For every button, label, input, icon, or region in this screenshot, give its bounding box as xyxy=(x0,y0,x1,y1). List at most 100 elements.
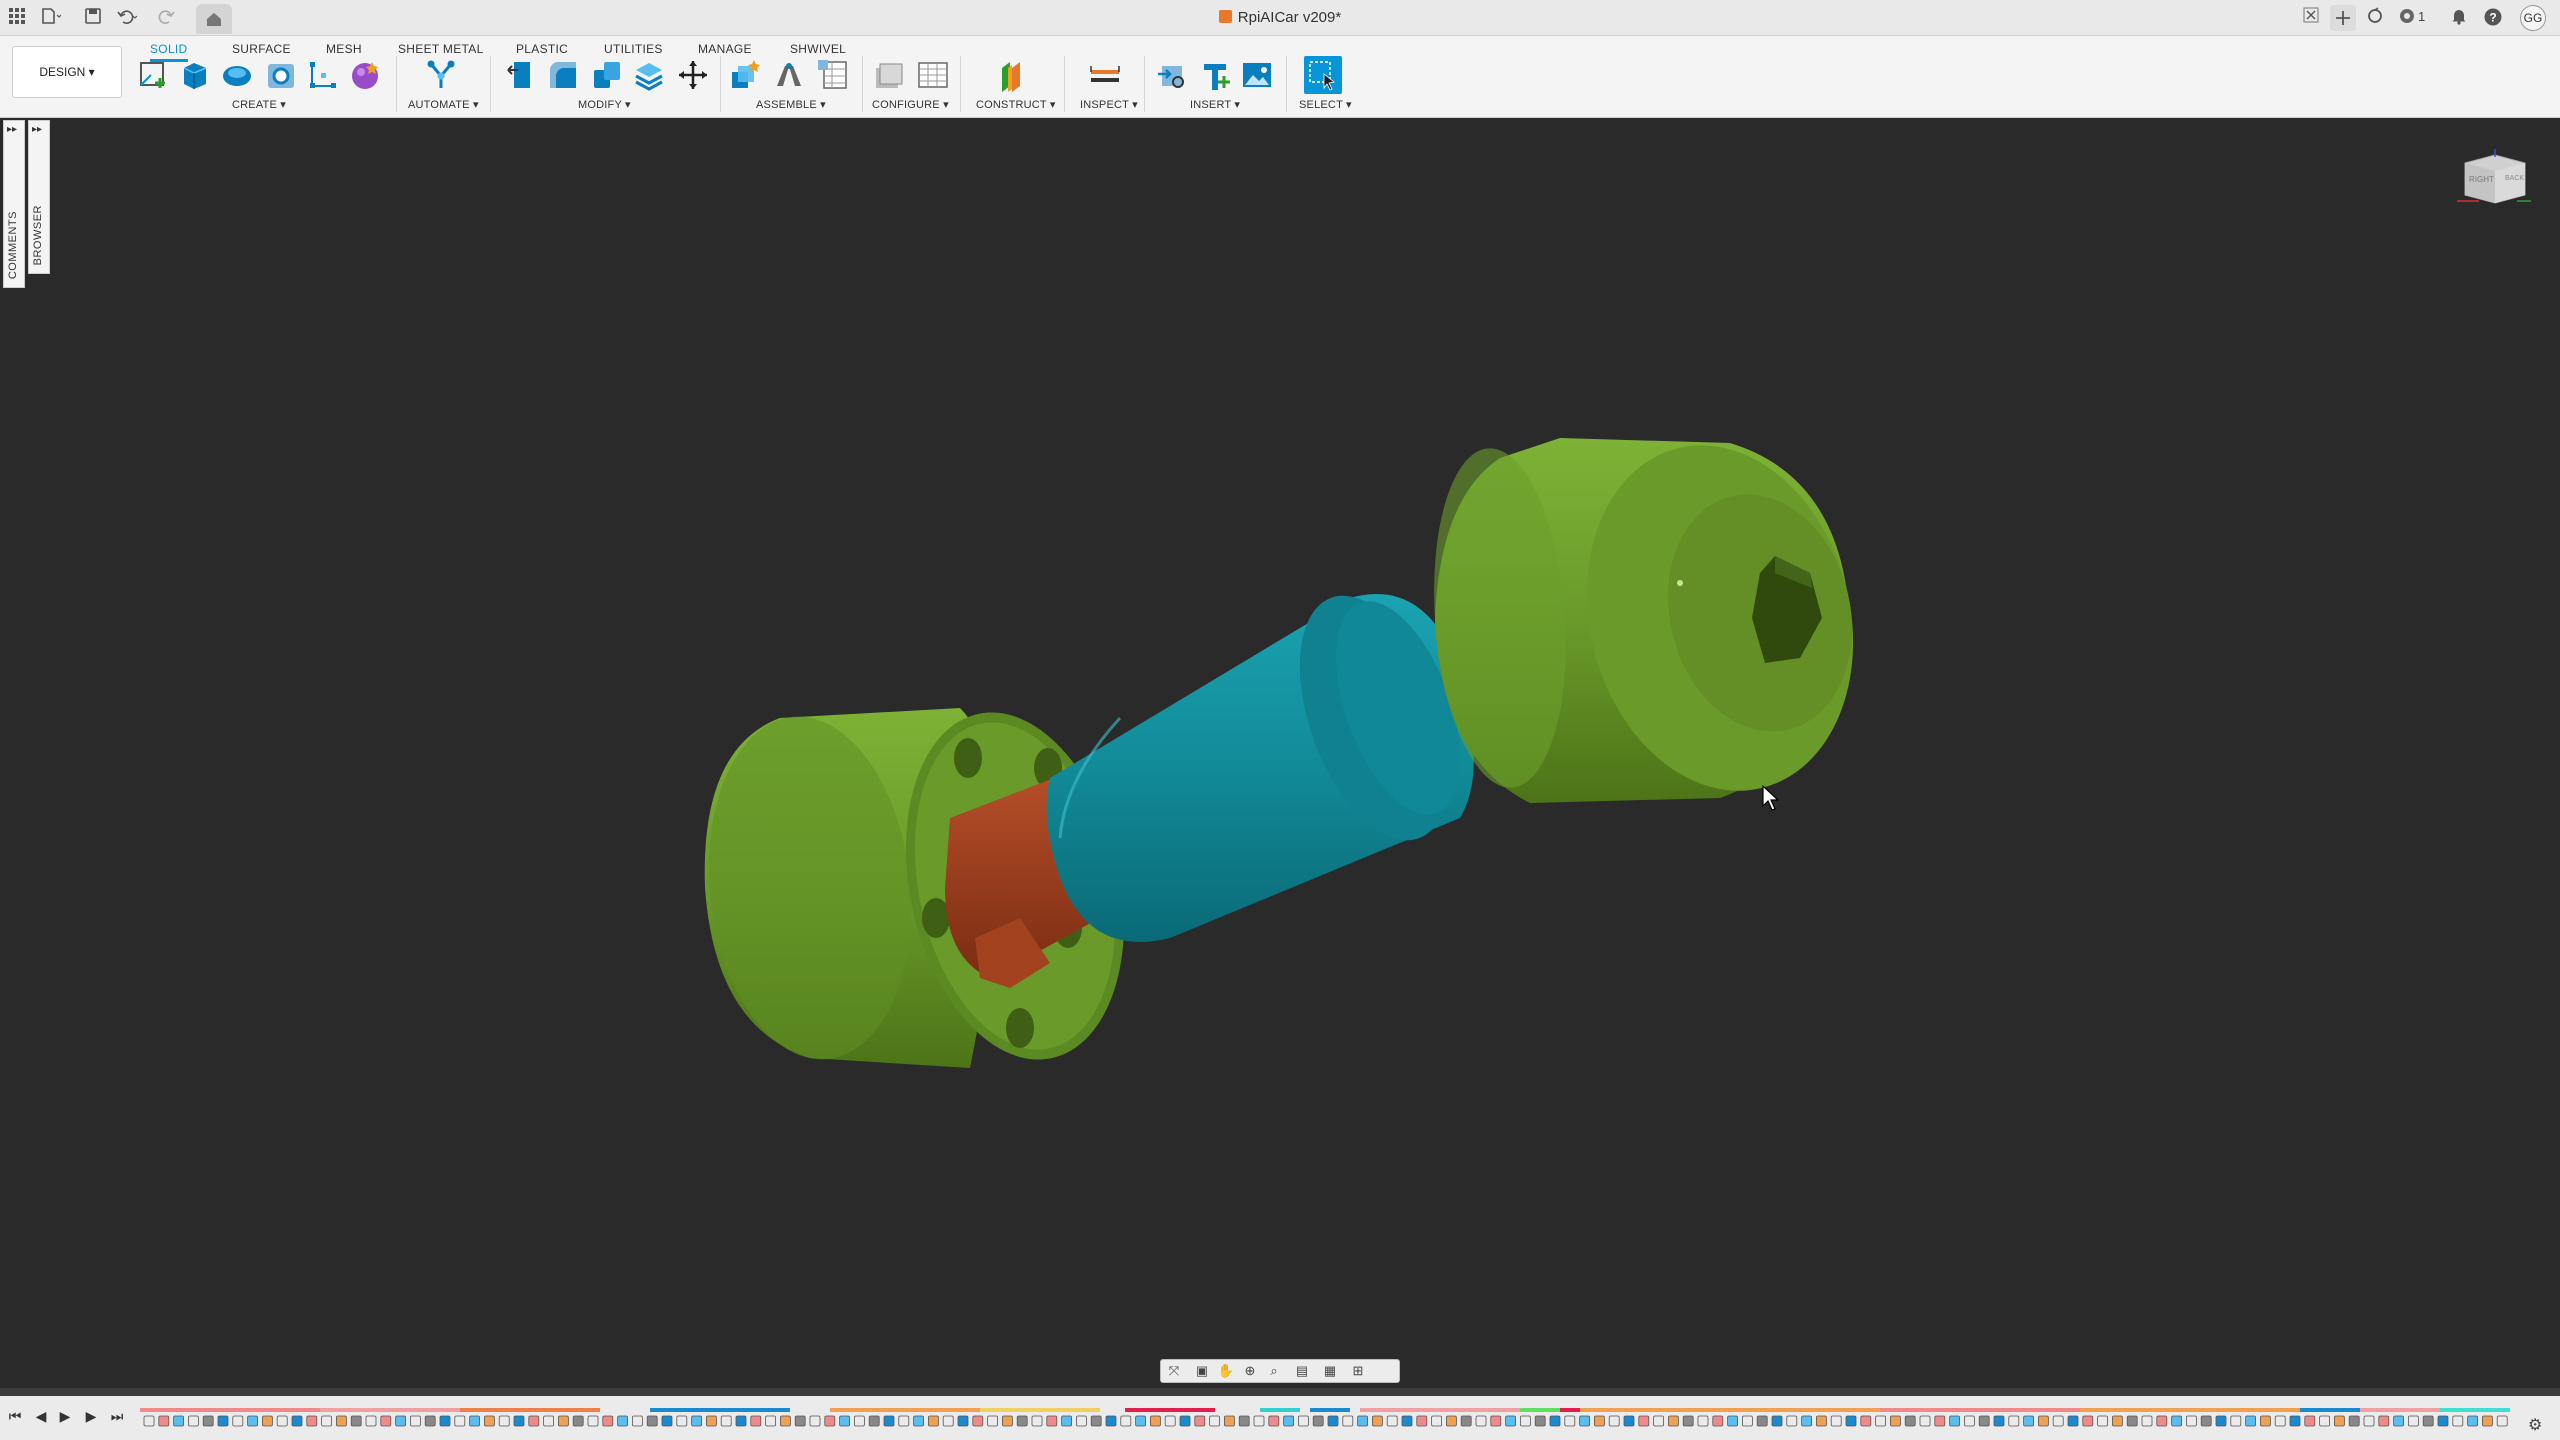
grid-settings-icon[interactable]: ▦ xyxy=(1321,1363,1339,1379)
timeline-feature[interactable] xyxy=(217,1415,229,1427)
timeline-feature[interactable] xyxy=(1135,1415,1146,1427)
timeline-feature[interactable] xyxy=(780,1415,791,1427)
form-icon[interactable] xyxy=(348,58,382,92)
timeline-feature[interactable] xyxy=(1845,1415,1857,1427)
timeline-feature[interactable] xyxy=(1016,1415,1028,1427)
timeline-feature[interactable] xyxy=(661,1415,673,1427)
viewcube[interactable]: RIGHT BACK xyxy=(2455,145,2535,215)
timeline-feature[interactable] xyxy=(794,1415,806,1427)
timeline-feature[interactable] xyxy=(1090,1415,1102,1427)
timeline-feature[interactable] xyxy=(2230,1415,2242,1427)
timeline-feature[interactable] xyxy=(1890,1415,1901,1427)
timeline-feature[interactable] xyxy=(2407,1415,2419,1427)
timeline-feature[interactable] xyxy=(528,1415,540,1427)
group-modify-label[interactable]: MODIFY ▾ xyxy=(578,98,631,111)
timeline-next-icon[interactable]: ▶ xyxy=(82,1408,100,1424)
timeline-feature[interactable] xyxy=(1697,1415,1709,1427)
timeline-feature[interactable] xyxy=(1460,1415,1472,1427)
group-assemble-label[interactable]: ASSEMBLE ▾ xyxy=(756,98,826,111)
press-pull-icon[interactable] xyxy=(504,58,538,92)
timeline-feature[interactable] xyxy=(1579,1415,1590,1427)
timeline-feature[interactable] xyxy=(1475,1415,1487,1427)
center-sleeve-part[interactable] xyxy=(1046,575,1486,942)
timeline-feature[interactable] xyxy=(2200,1415,2212,1427)
fit-icon[interactable]: ⌕ xyxy=(1265,1363,1283,1379)
fillet-icon[interactable] xyxy=(546,58,580,92)
assembly-table-icon[interactable] xyxy=(816,58,850,92)
timeline-feature[interactable] xyxy=(2097,1415,2108,1427)
group-configure-label[interactable]: CONFIGURE ▾ xyxy=(872,98,949,111)
timeline-feature[interactable] xyxy=(1549,1415,1561,1427)
timeline-feature[interactable] xyxy=(1801,1415,1812,1427)
timeline-feature[interactable] xyxy=(1357,1415,1368,1427)
viewcube-face-back[interactable]: BACK xyxy=(2505,175,2524,182)
timeline-feature[interactable] xyxy=(1594,1415,1605,1427)
timeline-feature[interactable] xyxy=(1431,1415,1442,1427)
group-select-label[interactable]: SELECT ▾ xyxy=(1299,98,1352,111)
timeline-feature[interactable] xyxy=(2215,1415,2227,1427)
timeline-feature[interactable] xyxy=(469,1415,481,1427)
joint-icon[interactable] xyxy=(772,58,806,92)
timeline-feature[interactable] xyxy=(2259,1415,2271,1427)
timeline-feature[interactable] xyxy=(972,1415,984,1427)
timeline-feature[interactable] xyxy=(202,1415,214,1427)
close-tab-icon[interactable] xyxy=(2300,6,2322,28)
timeline-feature[interactable] xyxy=(543,1415,555,1427)
look-at-icon[interactable]: ▣ xyxy=(1193,1363,1211,1379)
viewports-icon[interactable]: ⊞ xyxy=(1349,1363,1367,1379)
timeline-feature[interactable] xyxy=(232,1415,244,1427)
timeline-feature[interactable] xyxy=(839,1415,850,1427)
timeline-feature[interactable] xyxy=(188,1415,199,1427)
timeline-feature[interactable] xyxy=(1756,1415,1768,1427)
timeline-feature[interactable] xyxy=(2481,1415,2493,1427)
timeline-feature[interactable] xyxy=(2437,1415,2449,1427)
timeline-feature[interactable] xyxy=(1386,1415,1398,1427)
orbit-icon[interactable]: ⤧ xyxy=(1165,1363,1183,1379)
timeline-feature[interactable] xyxy=(247,1415,258,1427)
timeline-feature[interactable] xyxy=(2289,1415,2301,1427)
timeline-feature[interactable] xyxy=(365,1415,377,1427)
timeline-feature[interactable] xyxy=(1638,1415,1650,1427)
timeline-feature[interactable] xyxy=(2112,1415,2123,1427)
shell-icon[interactable] xyxy=(632,58,666,92)
timeline-feature[interactable] xyxy=(2008,1415,2020,1427)
timeline-feature[interactable] xyxy=(750,1415,762,1427)
timeline-feature[interactable] xyxy=(2052,1415,2064,1427)
timeline-feature[interactable] xyxy=(1860,1415,1872,1427)
timeline-feature[interactable] xyxy=(854,1415,865,1427)
timeline-feature[interactable] xyxy=(2038,1415,2049,1427)
timeline-feature[interactable] xyxy=(1919,1415,1931,1427)
timeline-feature[interactable] xyxy=(824,1415,836,1427)
timeline-feature[interactable] xyxy=(513,1415,525,1427)
timeline-feature[interactable] xyxy=(2452,1415,2464,1427)
group-construct-label[interactable]: CONSTRUCT ▾ xyxy=(976,98,1056,111)
timeline-feature[interactable] xyxy=(2067,1415,2079,1427)
timeline-feature[interactable] xyxy=(143,1415,155,1427)
timeline-feature[interactable] xyxy=(868,1415,880,1427)
insert-derive-icon[interactable] xyxy=(1154,58,1188,92)
timeline-feature[interactable] xyxy=(1520,1415,1531,1427)
timeline-feature[interactable] xyxy=(1949,1415,1960,1427)
move-icon[interactable] xyxy=(676,58,710,92)
timeline-feature[interactable] xyxy=(173,1415,184,1427)
configuration-table-icon[interactable] xyxy=(916,58,950,92)
timeline-feature[interactable] xyxy=(676,1415,688,1427)
timeline-feature[interactable] xyxy=(2393,1415,2405,1427)
select-icon[interactable] xyxy=(1304,56,1342,94)
timeline-feature[interactable] xyxy=(2141,1415,2153,1427)
timeline-feature[interactable] xyxy=(2319,1415,2331,1427)
timeline-feature[interactable] xyxy=(2023,1415,2034,1427)
timeline-feature[interactable] xyxy=(2126,1415,2138,1427)
timeline-feature[interactable] xyxy=(957,1415,969,1427)
timeline-feature[interactable] xyxy=(1401,1415,1413,1427)
timeline-feature[interactable] xyxy=(276,1415,288,1427)
extrude-icon[interactable] xyxy=(178,58,212,92)
viewcube-face-right[interactable]: RIGHT xyxy=(2469,175,2494,184)
timeline-feature[interactable] xyxy=(809,1415,821,1427)
timeline-feature[interactable] xyxy=(380,1415,392,1427)
timeline-feature[interactable] xyxy=(1253,1415,1265,1427)
timeline-feature[interactable] xyxy=(691,1415,702,1427)
timeline-features[interactable] xyxy=(140,1408,2520,1430)
timeline-feature[interactable] xyxy=(498,1415,510,1427)
timeline-feature[interactable] xyxy=(928,1415,939,1427)
